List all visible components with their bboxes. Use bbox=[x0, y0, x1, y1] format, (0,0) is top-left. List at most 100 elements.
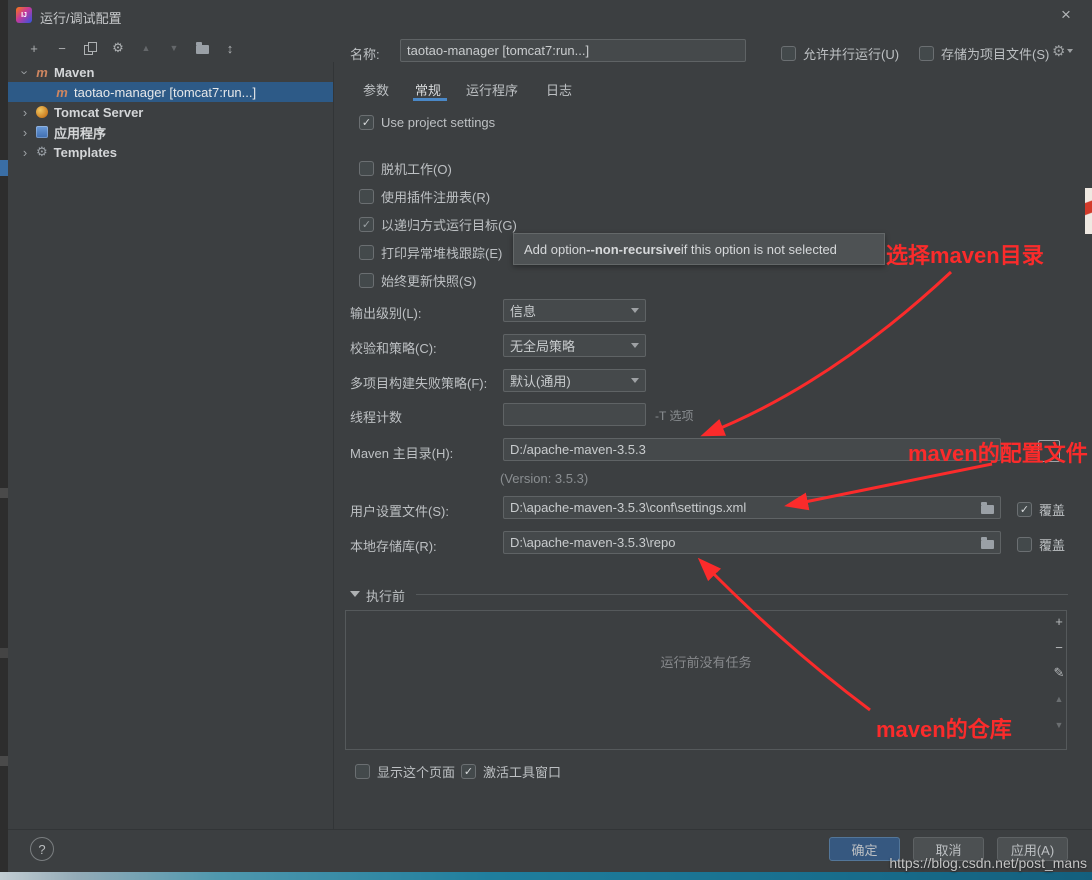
local-repo-override-checkbox[interactable]: 覆盖 bbox=[1017, 535, 1065, 554]
browse-folder-icon[interactable] bbox=[981, 540, 994, 549]
chevron-down-icon bbox=[631, 308, 639, 313]
name-input[interactable]: taotao-manager [tomcat7:run...] bbox=[400, 39, 746, 62]
tab-general[interactable]: 常规 bbox=[415, 80, 441, 99]
cancel-button[interactable]: 取消 bbox=[913, 837, 984, 861]
tree-item-application[interactable]: › 应用程序 bbox=[8, 122, 333, 142]
print-stacktrace-checkbox[interactable]: 打印异常堆栈跟踪(E) bbox=[359, 243, 502, 262]
show-this-page-checkbox[interactable]: 显示这个页面 bbox=[355, 762, 455, 781]
tree-item-label: Templates bbox=[54, 145, 117, 160]
checkbox-label: 打印异常堆栈跟踪(E) bbox=[381, 243, 502, 262]
tree-item-tomcat-server[interactable]: › Tomcat Server bbox=[8, 102, 333, 122]
checksum-policy-label: 校验和策略(C): bbox=[350, 338, 437, 357]
input-value: D:\apache-maven-3.5.3\repo bbox=[510, 535, 675, 550]
chevron-right-icon[interactable]: › bbox=[20, 105, 30, 120]
allow-parallel-checkbox[interactable]: 允许并行运行(U) bbox=[781, 44, 899, 63]
section-divider bbox=[416, 594, 1068, 595]
checkbox-label: 存储为项目文件(S) bbox=[941, 44, 1049, 63]
user-settings-label: 用户设置文件(S): bbox=[350, 501, 449, 520]
sort-configs-button[interactable]: ↕ bbox=[222, 40, 238, 56]
remove-config-button[interactable]: − bbox=[54, 40, 70, 56]
checkbox-box bbox=[359, 245, 374, 260]
checkbox-label: 以递归方式运行目标(G) bbox=[381, 215, 517, 234]
tab-parameters[interactable]: 参数 bbox=[363, 80, 389, 99]
local-repo-input[interactable]: D:\apache-maven-3.5.3\repo bbox=[503, 531, 1001, 554]
checkbox-label: 脱机工作(O) bbox=[381, 159, 452, 178]
checkbox-label: 覆盖 bbox=[1039, 535, 1065, 554]
chevron-right-icon[interactable]: › bbox=[20, 125, 30, 140]
update-snapshots-checkbox[interactable]: 始终更新快照(S) bbox=[359, 271, 476, 290]
store-options-gear[interactable]: ⚙ bbox=[1052, 42, 1073, 60]
activate-tool-window-checkbox[interactable]: 激活工具窗口 bbox=[461, 762, 561, 781]
user-settings-input[interactable]: D:\apache-maven-3.5.3\conf\settings.xml bbox=[503, 496, 1001, 519]
copy-config-button[interactable] bbox=[82, 40, 98, 56]
checksum-policy-combo[interactable]: 无全局策略 bbox=[503, 334, 646, 357]
maven-icon: m bbox=[56, 85, 68, 100]
before-launch-move-up-button[interactable]: ▲ bbox=[1051, 690, 1067, 708]
tree-item-templates[interactable]: › ⚙ Templates bbox=[8, 142, 333, 162]
before-launch-remove-button[interactable]: − bbox=[1051, 638, 1067, 656]
edit-defaults-button[interactable]: ⚙ bbox=[110, 40, 126, 56]
maven-home-browse-button[interactable] bbox=[1038, 440, 1060, 462]
tree-item-taotao-manager[interactable]: m taotao-manager [tomcat7:run...] bbox=[8, 82, 333, 102]
tree-item-maven[interactable]: › m Maven bbox=[8, 62, 333, 82]
checkbox-box bbox=[359, 115, 374, 130]
maven-home-label: Maven 主目录(H): bbox=[350, 443, 453, 462]
tomcat-icon bbox=[36, 106, 48, 118]
input-value: D:\apache-maven-3.5.3\conf\settings.xml bbox=[510, 500, 746, 515]
use-project-settings-checkbox[interactable]: Use project settings bbox=[359, 115, 495, 130]
checkbox-box bbox=[359, 189, 374, 204]
browse-folder-icon[interactable] bbox=[981, 505, 994, 514]
before-launch-list[interactable] bbox=[345, 610, 1067, 750]
checkbox-label: Use project settings bbox=[381, 115, 495, 130]
tab-logs[interactable]: 日志 bbox=[546, 80, 572, 99]
help-button[interactable]: ? bbox=[30, 837, 54, 861]
move-up-button[interactable]: ▲ bbox=[138, 40, 154, 56]
thread-count-label: 线程计数 bbox=[350, 407, 402, 426]
tree-item-label: Maven bbox=[54, 65, 94, 80]
gear-icon: ⚙ bbox=[1052, 42, 1065, 60]
checkbox-box bbox=[359, 273, 374, 288]
tooltip-text: if this option is not selected bbox=[681, 242, 837, 257]
chevron-down-icon[interactable]: › bbox=[18, 67, 33, 77]
config-tree: › m Maven m taotao-manager [tomcat7:run.… bbox=[8, 62, 333, 162]
name-value: taotao-manager [tomcat7:run...] bbox=[407, 43, 589, 58]
checkbox-label: 激活工具窗口 bbox=[483, 762, 561, 781]
background-window-strip bbox=[0, 0, 8, 880]
tab-runner[interactable]: 运行程序 bbox=[466, 80, 518, 99]
maven-home-input[interactable]: D:/apache-maven-3.5.3 bbox=[503, 438, 1001, 461]
add-config-button[interactable]: + bbox=[26, 40, 42, 56]
before-launch-add-button[interactable]: + bbox=[1051, 612, 1067, 630]
folder-icon bbox=[196, 45, 209, 54]
fail-policy-combo[interactable]: 默认(通用) bbox=[503, 369, 646, 392]
checkbox-box bbox=[781, 46, 796, 61]
apply-button[interactable]: 应用(A) bbox=[997, 837, 1068, 861]
checkbox-box bbox=[359, 161, 374, 176]
offline-work-checkbox[interactable]: 脱机工作(O) bbox=[359, 159, 452, 178]
chevron-right-icon[interactable]: › bbox=[20, 145, 30, 160]
before-launch-move-down-button[interactable]: ▼ bbox=[1051, 716, 1067, 734]
intellij-logo-icon: IJ bbox=[16, 7, 32, 23]
config-toolbar: + − ⚙ ▲ ▼ ↕ bbox=[26, 36, 238, 60]
store-as-project-checkbox[interactable]: 存储为项目文件(S) bbox=[919, 44, 1049, 63]
new-folder-button[interactable] bbox=[194, 40, 210, 56]
non-recursive-tooltip: Add option --non-recursive if this optio… bbox=[513, 233, 885, 265]
active-tab-indicator bbox=[413, 98, 447, 101]
dialog-titlebar[interactable]: IJ 运行/调试配置 × bbox=[8, 0, 1092, 30]
output-level-combo[interactable]: 信息 bbox=[503, 299, 646, 322]
user-settings-override-checkbox[interactable]: 覆盖 bbox=[1017, 500, 1065, 519]
output-level-label: 输出级别(L): bbox=[350, 303, 422, 322]
checkbox-label: 显示这个页面 bbox=[377, 762, 455, 781]
before-launch-edit-button[interactable]: ✎ bbox=[1051, 664, 1067, 682]
panel-divider[interactable] bbox=[333, 62, 334, 830]
local-repo-label: 本地存储库(R): bbox=[350, 536, 437, 555]
templates-icon: ⚙ bbox=[36, 144, 48, 160]
close-icon[interactable]: × bbox=[1056, 5, 1076, 25]
move-down-button[interactable]: ▼ bbox=[166, 40, 182, 56]
disclosure-triangle-icon[interactable] bbox=[350, 591, 360, 597]
before-launch-title: 执行前 bbox=[366, 586, 405, 605]
recursive-goals-checkbox[interactable]: 以递归方式运行目标(G) bbox=[359, 215, 517, 234]
combo-value: 默认(通用) bbox=[510, 371, 571, 390]
thread-count-input[interactable] bbox=[503, 403, 646, 426]
plugin-registry-checkbox[interactable]: 使用插件注册表(R) bbox=[359, 187, 490, 206]
ok-button[interactable]: 确定 bbox=[829, 837, 900, 861]
